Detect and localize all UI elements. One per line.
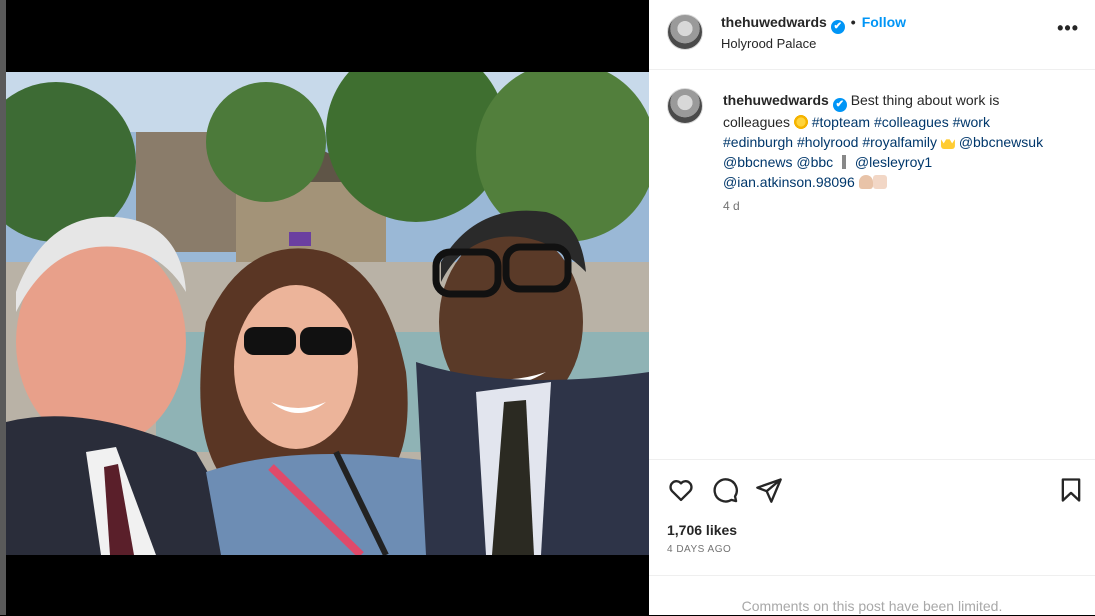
header-user-line: thehuwedwards ✔ • Follow [721, 14, 906, 34]
heart-icon[interactable] [667, 476, 695, 504]
caption-timestamp[interactable]: 4 d [723, 199, 740, 213]
bookmark-icon[interactable] [1057, 476, 1085, 504]
post-caption: thehuwedwards ✔ Best thing about work is … [723, 90, 1063, 192]
separator-dot: • [850, 14, 856, 30]
skin-tone-emoji-icon [872, 175, 887, 189]
microphone-emoji-icon [837, 155, 852, 169]
more-options-icon[interactable]: ••• [1057, 18, 1079, 39]
caption-username-link[interactable]: thehuwedwards [723, 92, 829, 108]
comment-icon[interactable] [711, 476, 739, 504]
post-photo-illustration [6, 72, 649, 555]
location-link[interactable]: Holyrood Palace [721, 36, 816, 51]
caption-area: thehuwedwards ✔ Best thing about work is … [649, 70, 1095, 459]
media-pane [6, 0, 649, 615]
post-header: thehuwedwards ✔ • Follow Holyrood Palace ••… [649, 0, 1095, 70]
caption-avatar[interactable] [667, 88, 703, 124]
crown-emoji-icon [940, 136, 955, 149]
avatar[interactable] [667, 14, 703, 50]
star-emoji-icon [793, 115, 808, 129]
caption-verified-badge-icon: ✔ [832, 98, 847, 112]
likes-count[interactable]: 1,706 likes [667, 522, 737, 538]
follow-button[interactable]: Follow [862, 14, 906, 30]
person-emoji-icon [858, 175, 873, 189]
send-icon[interactable] [755, 476, 783, 504]
post-sidebar: thehuwedwards ✔ • Follow Holyrood Palace ••… [649, 0, 1095, 615]
verified-badge-icon: ✔ [830, 20, 845, 34]
post-date: 4 DAYS AGO [667, 544, 732, 555]
action-bar [649, 459, 1095, 516]
comments-limited-notice: Comments on this post have been limited. [741, 598, 1003, 614]
post-photo[interactable] [6, 72, 649, 555]
username-link[interactable]: thehuwedwards [721, 14, 827, 30]
